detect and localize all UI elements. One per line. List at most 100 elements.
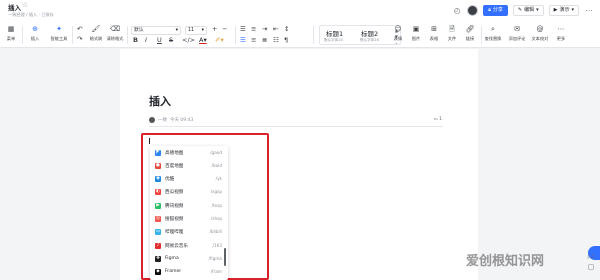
music-icon: ♪ [155, 242, 161, 249]
heading2-style[interactable]: 标题2 [361, 28, 378, 38]
tv-icon: ▭ [155, 229, 161, 236]
dropdown-item[interactable]: ▭ 哔哩哔哩/blibili [150, 228, 228, 238]
numbered-list-icon[interactable]: ≡ [251, 25, 256, 33]
dropdown-item[interactable]: ◎ 搜狐视频/shsp [150, 215, 228, 225]
dropdown-item-shortcut: /xgsp [210, 189, 222, 195]
bold-button[interactable]: B [133, 36, 138, 44]
dropdown-item[interactable]: ◉ 优酷/yk [150, 175, 228, 185]
dropdown-item[interactable]: ◐ 西瓜视频/xgsp [150, 188, 228, 198]
font-color-button[interactable]: A▾ [199, 36, 207, 44]
dropdown-item-shortcut: /baid [211, 162, 222, 168]
clear-format-button[interactable]: ⌫ 清除格式 [106, 24, 124, 42]
more-button[interactable]: ⋯ 更多 [552, 24, 570, 42]
redo-icon[interactable]: ↷ [77, 35, 82, 43]
image-button[interactable]: ▣ 图片 [407, 24, 425, 42]
dropdown-item[interactable]: ♪ 网易云音乐/163 [150, 241, 228, 251]
history-icon[interactable]: ◴ [452, 6, 462, 16]
menu-button[interactable]: ▦ 菜单 [2, 24, 20, 42]
undo-icon[interactable]: ↶ [77, 25, 82, 33]
code-icon[interactable]: </> [182, 36, 195, 44]
map-icon: ◤ [155, 149, 161, 156]
add-comment-button[interactable]: ✉ 添加评论 [508, 24, 526, 42]
insert-button[interactable]: ⊕ 插入 [26, 24, 44, 42]
line-spacing-icon[interactable]: ↕ [284, 25, 289, 33]
file-icon: 🗎︎ [449, 25, 455, 33]
toolbar: ▦ 菜单 ⊕ 插入 ✦ 智能工具 ↶ ↷ 🖌︎ 格式刷 ⌫ 清除格式 默认 ▾ 11 ▾ B … [0, 22, 600, 48]
dropdown-item-shortcut: /blibili [209, 229, 222, 235]
outdent-icon[interactable]: ⇤ [273, 25, 278, 33]
dropdown-item[interactable]: ◆ Framer/fram [150, 268, 228, 278]
indent-icon[interactable]: ⇥ [262, 25, 267, 33]
doc-meta: 一致 今天 09:43 [149, 117, 193, 123]
framer-icon: ◆ [155, 269, 161, 276]
link-icon: 🔗︎ [465, 25, 475, 33]
eraser-icon: ⌫ [110, 25, 120, 33]
format-painter-button[interactable]: 🖌︎ 格式刷 [87, 24, 105, 42]
watermark: 爱创根知识网 [466, 254, 545, 269]
divider [481, 26, 482, 44]
file-button[interactable]: 🗎︎ 文件 [443, 24, 461, 42]
dropdown-item-shortcut: /fram [210, 269, 222, 275]
ai-icon: ✦ [56, 25, 62, 33]
dropdown-item[interactable]: ◤ 高德地图/gaod [150, 148, 228, 158]
share-button[interactable]: 🔒︎ 分享 [483, 5, 508, 16]
dropdown-item-label: 高德地图 [165, 150, 184, 156]
pen-icon: ✎ [517, 7, 523, 13]
dropdown-item[interactable]: ● 百度地图/baid [150, 161, 228, 171]
dropdown-item-label: 百度地图 [165, 163, 184, 169]
text-review-button[interactable]: @ 文本校对 [531, 24, 549, 42]
star-icon[interactable]: ☆ [22, 1, 28, 9]
dropdown-item-label: 哔哩哔哩 [165, 230, 184, 236]
dropdown-item-shortcut: /163 [212, 242, 222, 248]
underline-button[interactable]: U [157, 36, 162, 44]
table-button[interactable]: ⊞ 表格 [425, 24, 443, 42]
comment-count[interactable]: ▭ 1 [433, 117, 442, 122]
align-right-icon[interactable]: ≣ [262, 36, 267, 44]
align-center-icon[interactable]: ≡ [251, 36, 256, 44]
divider [22, 26, 23, 44]
dropdown-item[interactable]: ▶ 腾讯视频/txsp [150, 201, 228, 211]
minus-icon[interactable]: − [222, 25, 227, 33]
dropdown-item-label: 网易云音乐 [165, 243, 188, 249]
heading2-sub: 默认字体16 [360, 38, 379, 42]
lock-icon: 🔒︎ [488, 7, 491, 13]
heading1-style[interactable]: 标题1 [326, 28, 343, 38]
edit-button[interactable]: ✎ 编辑 ▾ [512, 5, 544, 16]
doc-title: 插入 [8, 4, 21, 12]
font-size-select[interactable]: 11 ▾ [185, 26, 207, 35]
bullet-list-icon[interactable]: ☰ [240, 25, 246, 33]
link-button[interactable]: 🔗︎ 链接 [461, 24, 479, 42]
emoji-button[interactable]: ☺ 表情 [389, 24, 407, 42]
side-actions: 👍︎ ▢ [586, 252, 596, 272]
dropdown-item[interactable]: ❖ Figma/figma [150, 254, 228, 264]
strikethrough-button[interactable]: S [169, 36, 173, 44]
italic-button[interactable]: I [145, 36, 147, 44]
more-icon[interactable]: ⋯ [584, 6, 594, 16]
avatar[interactable] [467, 5, 479, 16]
figma-icon: ❖ [155, 255, 161, 262]
plus-icon[interactable]: + [212, 25, 217, 33]
dropdown-item-label: Framer [165, 269, 182, 275]
justify-icon[interactable]: ☷ [273, 36, 279, 44]
dropdown-item-shortcut: /figma [208, 255, 222, 261]
page-title[interactable]: 插入 [149, 93, 171, 109]
highlight-icon[interactable]: ✐▾ [215, 36, 224, 44]
dropdown-item-shortcut: /yk [215, 176, 222, 182]
brush-icon: 🖌︎ [91, 25, 101, 33]
divider [313, 26, 314, 44]
top-actions: ◴ 🔒︎ 分享 ✎ 编辑 ▾ ▶ 演示 ▾ ⋯ [452, 4, 594, 17]
present-button[interactable]: ▶ 演示 ▾ [548, 5, 579, 16]
smart-tools-button[interactable]: ✦ 智能工具 [50, 24, 68, 42]
text-cursor [149, 138, 150, 144]
author-name: 一致 [158, 118, 167, 123]
paragraph-icon[interactable]: ¶ [284, 36, 288, 44]
plus-icon: ⊕ [32, 25, 38, 33]
thumbs-up-icon[interactable]: 👍︎ [586, 252, 596, 262]
watermelon-icon: ◐ [155, 189, 161, 196]
align-left-icon[interactable]: ☰ [240, 36, 246, 44]
font-select[interactable]: 默认 ▾ [131, 26, 181, 35]
chat-icon[interactable]: ▢ [586, 262, 596, 272]
heading1-sub: 默认字体20 [324, 38, 343, 42]
pin-icon: ● [155, 162, 161, 169]
find-replace-button[interactable]: ⌕ 查找替换 [484, 24, 502, 42]
